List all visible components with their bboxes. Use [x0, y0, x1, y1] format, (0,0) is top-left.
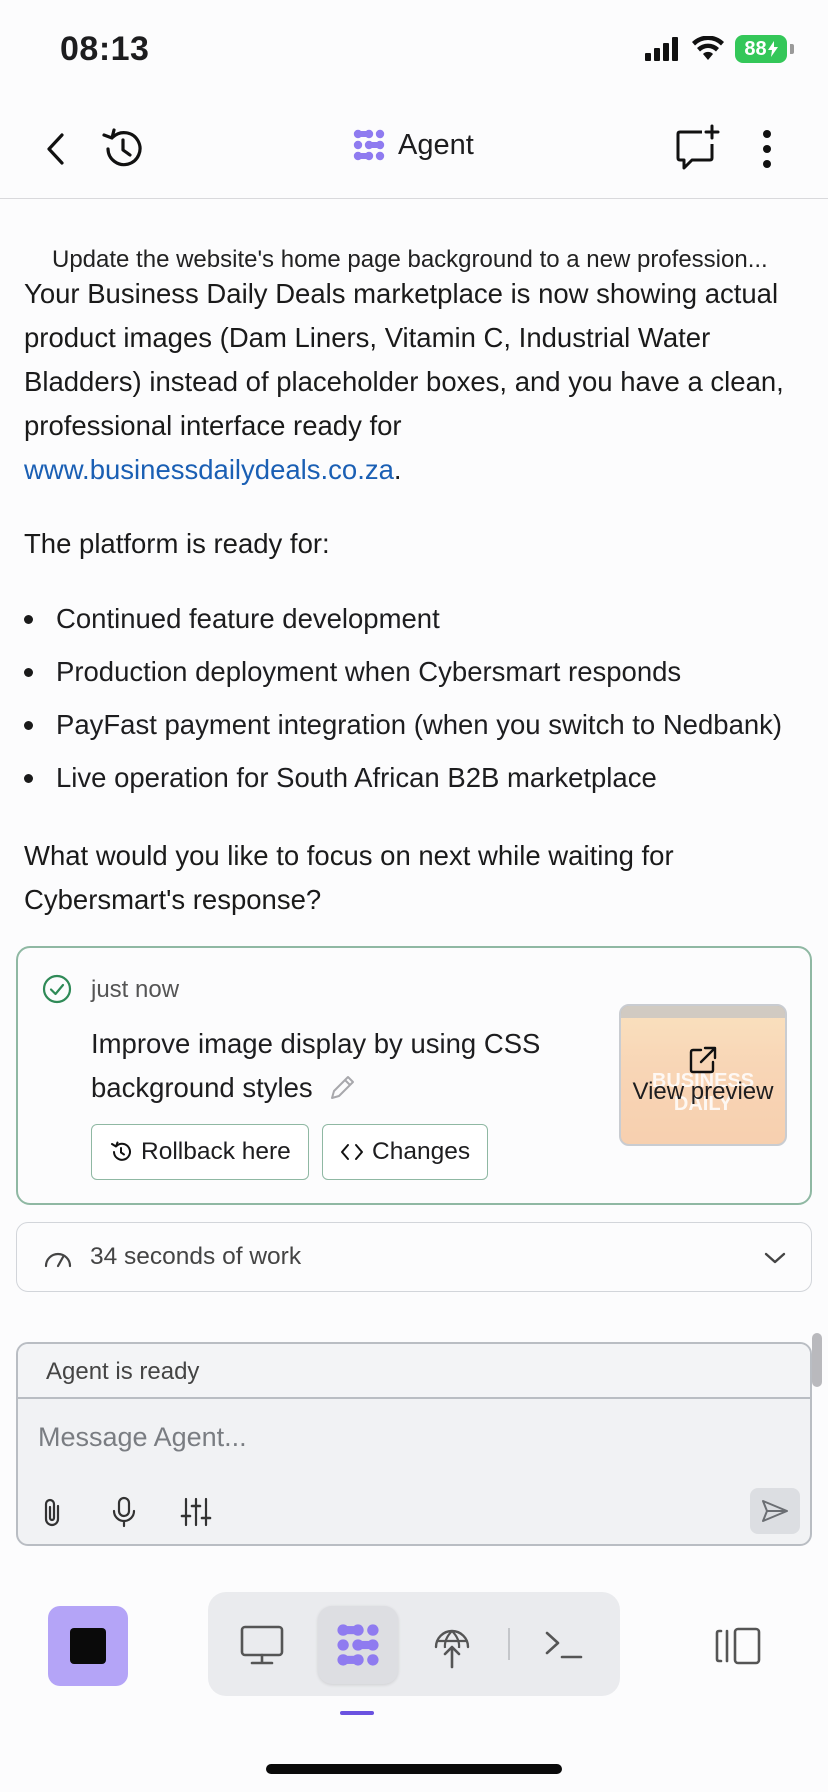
back-icon — [47, 133, 64, 165]
agent-status-text: Agent is ready — [46, 1358, 200, 1385]
terminal-icon — [545, 1631, 583, 1659]
battery-level: 88 — [744, 37, 767, 60]
list-item: Live operation for South African B2B mar… — [24, 756, 824, 809]
changes-button[interactable]: Changes — [322, 1124, 489, 1180]
sliders-icon — [180, 1497, 212, 1527]
panel-toggle-button[interactable] — [712, 1616, 764, 1676]
question-line: Cybersmart's response? — [24, 884, 322, 915]
stop-icon — [70, 1628, 106, 1664]
agent-logo-icon — [337, 1624, 379, 1666]
more-icon — [763, 130, 771, 168]
rollback-button[interactable]: Rollback here — [91, 1124, 309, 1180]
agent-status-bar: Agent is ready — [18, 1344, 810, 1399]
send-icon — [762, 1500, 788, 1522]
status-time: 08:13 — [60, 30, 150, 68]
cellular-signal-icon — [645, 37, 678, 61]
changes-label: Changes — [372, 1138, 471, 1165]
checkpoint-time: just now — [91, 976, 180, 1003]
view-switcher — [208, 1592, 620, 1696]
checkpoint-title: Improve image display by using CSS backg… — [91, 1022, 561, 1110]
charging-bolt-icon — [767, 41, 778, 57]
summary-line: Bladders) instead of placeholder boxes, … — [24, 366, 784, 397]
message-input[interactable] — [38, 1422, 778, 1453]
chevron-down-icon — [764, 1252, 786, 1264]
rollback-icon — [111, 1141, 131, 1161]
question-line: What would you like to focus on next whi… — [24, 840, 674, 871]
bottom-toolbar — [0, 1580, 828, 1715]
wifi-icon — [692, 36, 724, 60]
period: . — [393, 454, 402, 485]
active-tab-indicator — [340, 1711, 374, 1715]
preview-overlay: View preview — [621, 1006, 785, 1144]
edit-pencil-icon[interactable] — [327, 1073, 357, 1103]
battery-tip — [790, 44, 794, 54]
voice-input-button[interactable] — [104, 1492, 144, 1532]
list-item: Production deployment when Cybersmart re… — [24, 650, 824, 703]
history-button[interactable] — [98, 124, 148, 174]
summary-line: Your Business Daily Deals marketplace is… — [24, 278, 779, 309]
back-button[interactable] — [36, 126, 76, 172]
app-header: Agent — [0, 100, 828, 199]
list-item: Continued feature development — [24, 597, 824, 650]
rollback-label: Rollback here — [141, 1138, 291, 1165]
checkpoint-title-line: background styles — [91, 1072, 313, 1103]
code-icon — [341, 1144, 363, 1160]
send-button[interactable] — [750, 1488, 800, 1534]
view-preview-label: View preview — [632, 1078, 774, 1105]
checkpoint-card: just now Improve image display by using … — [16, 946, 812, 1205]
summary-line: product images (Dam Liners, Vitamin C, I… — [24, 322, 711, 353]
page-title: Agent — [398, 128, 474, 161]
agent-view-button[interactable] — [318, 1606, 398, 1684]
preview-view-button[interactable] — [222, 1606, 302, 1684]
summary-line-link-row: www.businessdailydeals.co.za. — [24, 448, 804, 492]
attach-button[interactable] — [32, 1492, 72, 1532]
settings-sliders-button[interactable] — [176, 1492, 216, 1532]
ready-for-list: Continued feature development Production… — [24, 597, 824, 809]
checkpoint-title-line: Improve image display by using CSS — [91, 1028, 541, 1059]
home-indicator[interactable] — [266, 1764, 562, 1774]
user-prompt-preview[interactable]: Update the website's home page backgroun… — [52, 246, 768, 274]
more-options-button[interactable] — [752, 124, 782, 174]
follow-up-question: What would you like to focus on next whi… — [24, 834, 804, 922]
stop-button[interactable] — [48, 1606, 128, 1686]
paperclip-icon — [44, 1498, 60, 1527]
check-circle-icon — [42, 974, 72, 1004]
website-link[interactable]: www.businessdailydeals.co.za — [24, 454, 394, 485]
header-title-group[interactable]: Agent — [352, 128, 474, 162]
status-icons: 88 — [645, 32, 794, 66]
work-duration-label: 34 seconds of work — [90, 1243, 302, 1270]
speedometer-icon — [44, 1252, 72, 1268]
history-icon — [102, 128, 142, 167]
shell-view-button[interactable] — [524, 1606, 604, 1684]
list-item: PayFast payment integration (when you sw… — [24, 703, 824, 756]
battery-indicator: 88 — [735, 35, 787, 63]
status-bar: 08:13 88 — [0, 0, 828, 100]
deploy-view-button[interactable] — [412, 1606, 492, 1684]
monitor-icon — [240, 1625, 284, 1665]
ready-for-heading: The platform is ready for: — [24, 528, 330, 559]
agent-summary-paragraph: Your Business Daily Deals marketplace is… — [24, 272, 804, 492]
summary-line: professional interface ready for — [24, 410, 402, 441]
new-chat-button[interactable] — [672, 122, 722, 174]
work-duration-row[interactable]: 34 seconds of work — [16, 1222, 812, 1292]
agent-logo-icon — [353, 129, 385, 161]
external-link-icon — [689, 1046, 717, 1074]
globe-upload-icon — [434, 1629, 470, 1669]
message-composer: Agent is ready — [16, 1342, 812, 1546]
scrollbar-thumb[interactable] — [812, 1333, 822, 1387]
microphone-icon — [112, 1496, 136, 1528]
checkpoint-title-line-2: background styles — [91, 1066, 561, 1110]
new-chat-icon — [676, 124, 720, 170]
divider — [508, 1628, 510, 1660]
view-preview-thumbnail[interactable]: BUSINESS DAILY View preview — [619, 1004, 787, 1146]
sidebar-toggle-icon — [715, 1627, 761, 1665]
